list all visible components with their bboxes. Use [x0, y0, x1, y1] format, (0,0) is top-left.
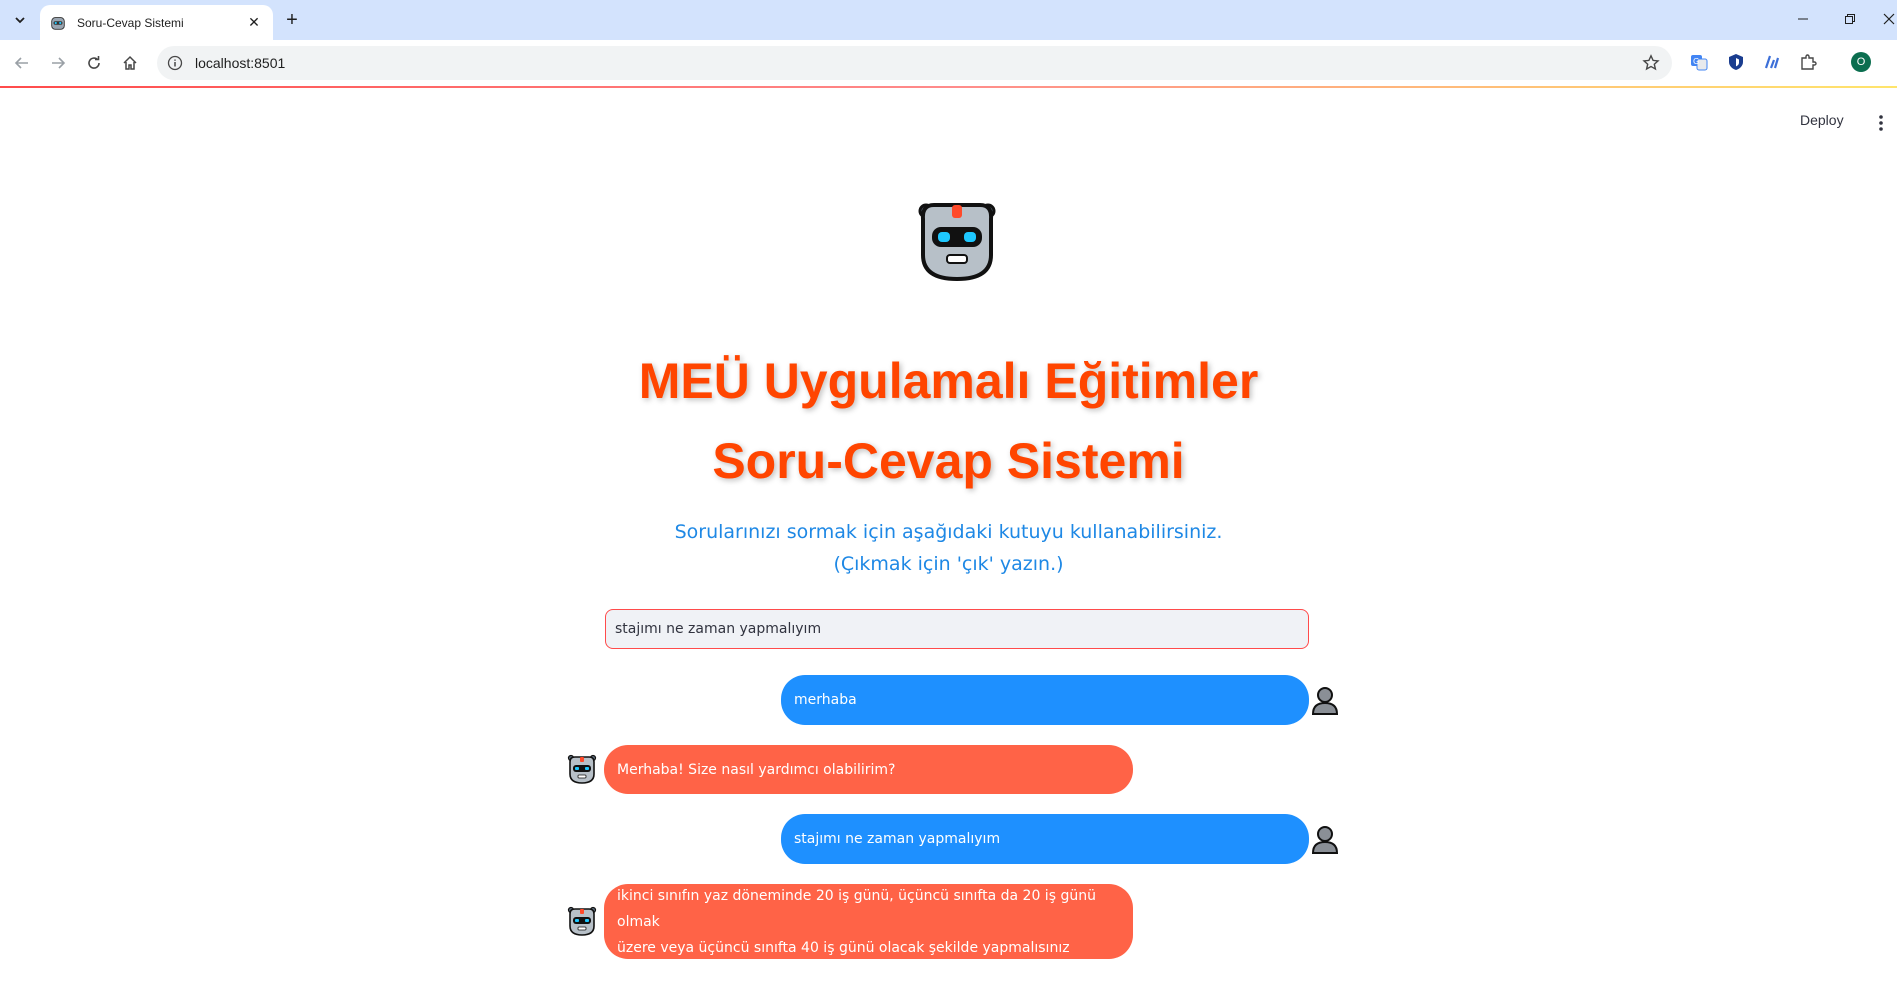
svg-text:G: G	[1693, 57, 1699, 66]
subtitle-line1: Sorularınızı sormak için aşağıdaki kutuy…	[674, 521, 1223, 543]
restore-button[interactable]	[1838, 10, 1862, 30]
restore-icon	[1845, 14, 1855, 24]
arrow-right-icon	[52, 57, 66, 69]
bot-avatar-icon	[567, 906, 597, 936]
analytics-extension-icon[interactable]	[1762, 52, 1782, 72]
question-input[interactable]	[605, 609, 1309, 649]
url-text: localhost:8501	[195, 55, 286, 71]
browser-toolbar: localhost:8501	[0, 40, 1897, 86]
close-tab-icon[interactable]: ✕	[245, 14, 263, 31]
site-info-icon[interactable]	[167, 55, 183, 71]
user-message-bubble: stajımı ne zaman yapmalıyım	[781, 814, 1309, 864]
home-button[interactable]	[119, 52, 141, 74]
message-text: stajımı ne zaman yapmalıyım	[794, 831, 1001, 847]
bot-message-bubble: Merhaba! Size nasıl yardımcı olabilirim?	[604, 745, 1133, 794]
minimize-icon	[1798, 18, 1808, 20]
deploy-button[interactable]: Deploy	[1800, 112, 1844, 134]
message-text: merhaba	[794, 692, 857, 708]
main-menu-button[interactable]	[1872, 112, 1890, 134]
tab-search-button[interactable]	[8, 8, 32, 32]
close-window-button[interactable]	[1880, 10, 1897, 30]
tab-title: Soru-Cevap Sistemi	[77, 15, 184, 30]
page-title-line2: Soru-Cevap Sistemi	[712, 433, 1185, 489]
translate-extension-icon[interactable]: G	[1689, 52, 1709, 72]
user-avatar-icon	[1311, 826, 1339, 854]
address-bar[interactable]: localhost:8501	[157, 46, 1672, 80]
robot-logo-icon	[918, 203, 996, 282]
page-title-line1: MEÜ Uygulamalı Eğitimler	[638, 353, 1259, 409]
page-loading-bar	[0, 86, 1897, 88]
extensions-button[interactable]	[1798, 52, 1818, 72]
chevron-down-icon	[15, 17, 25, 24]
bookmark-star-icon[interactable]	[1642, 54, 1660, 72]
translate-icon: G	[1691, 55, 1708, 71]
minimize-button[interactable]	[1791, 10, 1815, 30]
puzzle-icon	[1801, 54, 1817, 70]
bot-message-bubble: ikinci sınıfın yaz döneminde 20 iş günü,…	[604, 884, 1133, 959]
browser-tabbar: Soru-Cevap Sistemi ✕ +	[0, 0, 1897, 40]
reload-icon	[88, 56, 100, 69]
user-message-bubble: merhaba	[781, 675, 1309, 725]
subtitle-line2: (Çıkmak için 'çık' yazın.)	[833, 553, 1064, 575]
reload-button[interactable]	[83, 52, 105, 74]
bot-avatar-icon	[567, 754, 597, 784]
kebab-menu-icon	[1879, 115, 1883, 131]
new-tab-button[interactable]: +	[281, 9, 303, 31]
user-avatar-icon	[1311, 687, 1339, 715]
message-text-line2: üzere veya üçüncü sınıfta 40 iş günü ola…	[617, 939, 1070, 956]
back-button[interactable]	[11, 52, 33, 74]
home-icon	[123, 55, 137, 70]
arrow-left-icon	[14, 57, 28, 69]
profile-avatar[interactable]: O	[1851, 52, 1871, 72]
shield-extension-icon[interactable]	[1726, 52, 1746, 72]
shield-icon	[1729, 54, 1743, 70]
message-text: Merhaba! Size nasıl yardımcı olabilirim?	[617, 761, 896, 778]
forward-button[interactable]	[47, 52, 69, 74]
active-tab[interactable]: Soru-Cevap Sistemi ✕	[40, 5, 273, 40]
chart-bars-icon	[1764, 55, 1780, 69]
message-text-line1: ikinci sınıfın yaz döneminde 20 iş günü,…	[617, 887, 1096, 930]
close-icon	[1883, 13, 1894, 25]
robot-favicon-icon	[51, 16, 65, 30]
